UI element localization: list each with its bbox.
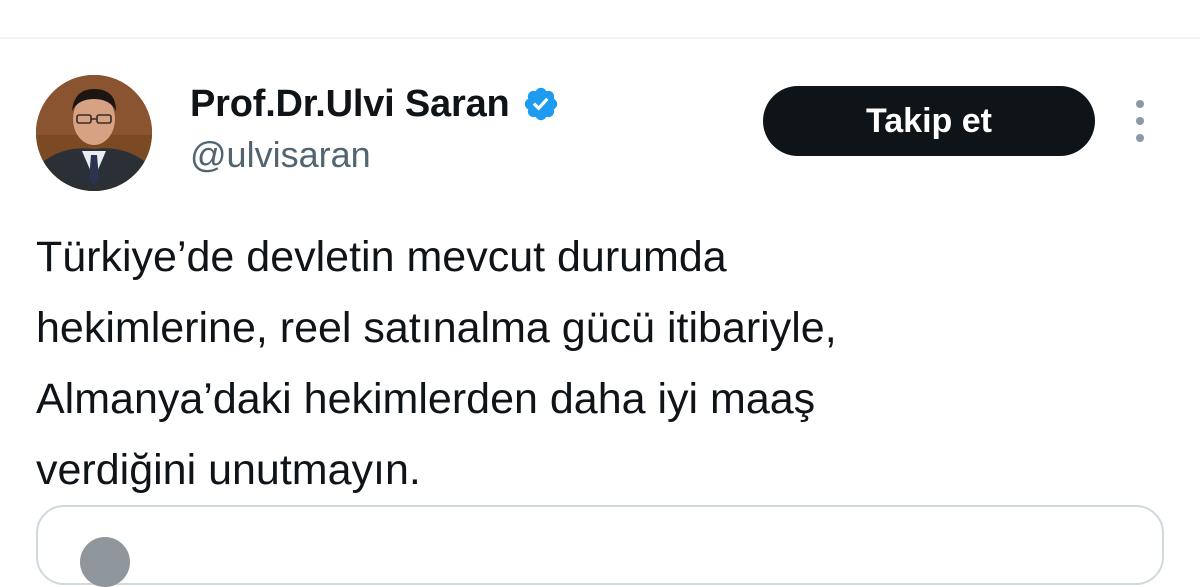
author-display-name[interactable]: Prof.Dr.Ulvi Saran (190, 83, 510, 126)
tweet-text-line: Almanya’daki hekimlerden daha iyi maaş (36, 375, 816, 423)
author-handle[interactable]: @ulvisaran (190, 134, 371, 176)
author-avatar-image (36, 75, 152, 191)
author-avatar[interactable] (36, 75, 152, 191)
more-dot (1136, 117, 1144, 125)
verified-badge-icon[interactable] (522, 85, 560, 123)
tweet-text: Türkiye’de devletin mevcut durumda hekim… (36, 222, 1136, 506)
more-dot (1136, 100, 1144, 108)
more-dot (1136, 134, 1144, 142)
quoted-tweet-avatar (80, 537, 130, 587)
top-divider (0, 37, 1200, 39)
more-vertical-icon[interactable] (1128, 100, 1152, 142)
author-name-row: Prof.Dr.Ulvi Saran (190, 80, 560, 128)
tweet-text-line: verdiğini unutmayın. (36, 446, 421, 494)
tweet-text-line: hekimlerine, reel satınalma gücü itibari… (36, 304, 837, 352)
tweet-text-line: Türkiye’de devletin mevcut durumda (36, 233, 727, 281)
follow-button[interactable]: Takip et (763, 86, 1095, 156)
quoted-tweet-card[interactable] (36, 505, 1164, 587)
